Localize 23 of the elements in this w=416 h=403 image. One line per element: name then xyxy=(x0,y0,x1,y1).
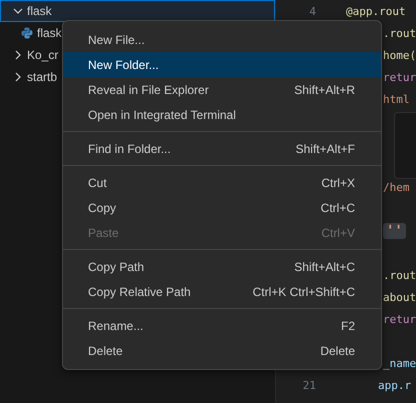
shortcut-text: F2 xyxy=(340,318,355,332)
code-text: .rout xyxy=(383,26,416,40)
code-text: retur xyxy=(383,70,416,84)
shortcut-text: Shift+Alt+R xyxy=(294,82,355,96)
code-text: html xyxy=(383,92,410,106)
shortcut-text: Ctrl+C xyxy=(320,200,355,214)
shortcut-text: Ctrl+V xyxy=(321,226,355,240)
code-text: app.r xyxy=(378,378,412,392)
code-text: about xyxy=(383,290,416,304)
shortcut-text: Delete xyxy=(320,344,355,358)
shortcut-text: Shift+Alt+F xyxy=(296,142,355,156)
code-text: home( xyxy=(383,48,416,62)
line-number: 21 xyxy=(302,378,316,392)
line-number: 4 xyxy=(308,4,316,18)
code-text: @app.rout xyxy=(346,4,406,18)
shortcut-text: Ctrl+X xyxy=(321,176,355,190)
code-text: '' xyxy=(386,223,403,239)
code-text: .rout xyxy=(383,268,416,282)
shortcut-text: Ctrl+K Ctrl+Shift+C xyxy=(252,284,355,298)
code-text: /hem xyxy=(383,180,410,194)
shortcut-text: Shift+Alt+C xyxy=(294,260,355,274)
code-text: retur xyxy=(383,312,416,326)
code-text: _name xyxy=(383,356,416,370)
